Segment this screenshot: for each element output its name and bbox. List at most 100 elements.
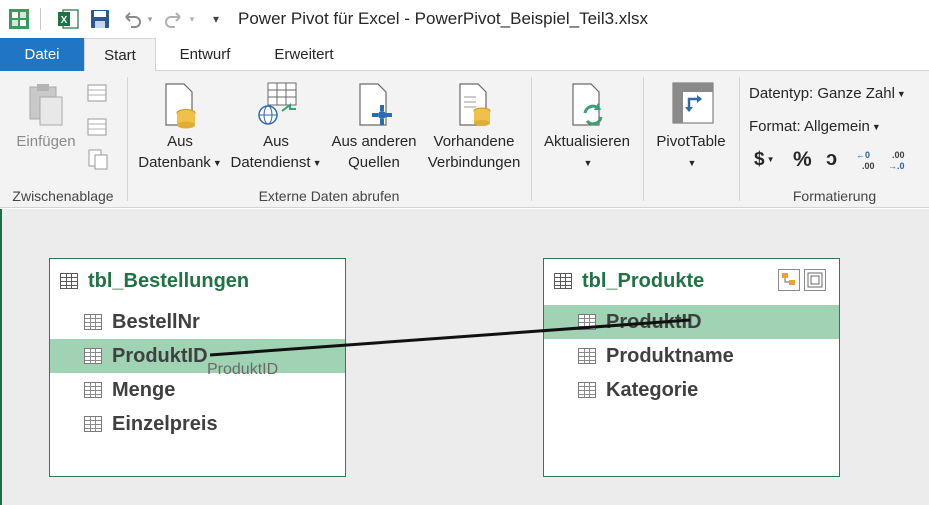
format-painter-icon[interactable] xyxy=(86,147,110,174)
maximize-table-icon[interactable] xyxy=(804,269,826,291)
save-icon[interactable] xyxy=(87,6,113,32)
field-name: ProduktID xyxy=(112,344,208,367)
from-other-sources-label-2: Quellen xyxy=(348,154,400,171)
copy-icon[interactable] xyxy=(86,115,110,142)
chevron-down-icon: ▼ xyxy=(687,157,697,168)
redo-icon[interactable] xyxy=(161,6,187,32)
field-name: Produktname xyxy=(606,344,734,367)
comma-button[interactable]: ɔ xyxy=(826,148,837,171)
tab-erweitert[interactable]: Erweitert xyxy=(262,38,346,71)
group-external-data: Aus Datenbank ▼ Aus Datendienst ▼ Aus an… xyxy=(128,71,530,208)
paste-icon xyxy=(26,81,66,127)
refresh-icon xyxy=(567,81,607,127)
quick-access-toolbar: X ▾ ▾ ▾ xyxy=(0,0,229,38)
canvas-border xyxy=(0,209,2,505)
field-row[interactable]: BestellNr xyxy=(50,305,345,339)
undo-dropdown-icon[interactable]: ▾ xyxy=(145,6,155,32)
group-clipboard: Einfügen Zwischenablage xyxy=(0,71,126,208)
table-header[interactable]: tbl_Bestellungen xyxy=(50,259,345,303)
field-row[interactable]: Produktname xyxy=(544,339,839,373)
refresh-label: Aktualisieren xyxy=(544,133,630,150)
ribbon: Einfügen Zwischenablage Aus Datenbank ▼ … xyxy=(0,71,929,208)
field-name: Einzelpreis xyxy=(112,412,218,435)
comma-icon: ɔ xyxy=(826,148,838,170)
field-name: BestellNr xyxy=(112,310,200,333)
field-row-selected[interactable]: ProduktID xyxy=(50,339,345,373)
column-icon xyxy=(578,314,596,330)
pivottable-button[interactable]: PivotTable ▼ xyxy=(650,81,732,174)
pivottable-label: PivotTable xyxy=(656,133,726,150)
svg-text:.00: .00 xyxy=(862,161,875,171)
field-row-selected[interactable]: ProduktID xyxy=(544,305,839,339)
window-title: Power Pivot für Excel - PowerPivot_Beisp… xyxy=(238,9,649,28)
field-row[interactable]: Kategorie xyxy=(544,373,839,407)
format-dropdown[interactable]: Format: Allgemein ▼ xyxy=(749,118,881,135)
clipboard-group-label: Zwischenablage xyxy=(12,188,114,204)
from-data-service-label-1: Aus xyxy=(263,133,289,150)
chevron-down-icon: ▼ xyxy=(871,122,881,133)
format-label: Format: Allgemein xyxy=(749,118,870,135)
increase-decimal-icon[interactable]: ←0 .00 xyxy=(854,149,880,174)
field-name: Kategorie xyxy=(606,378,699,401)
table-icon xyxy=(60,273,78,289)
redo-dropdown-icon[interactable]: ▾ xyxy=(187,6,197,32)
existing-connections-button[interactable]: Vorhandene Verbindungen xyxy=(422,81,526,173)
tab-entwurf[interactable]: Entwurf xyxy=(166,38,244,71)
relationship-tooltip: ProduktID xyxy=(207,361,279,378)
percent-button[interactable]: % xyxy=(793,148,812,172)
toolbar-separator xyxy=(40,8,41,30)
tab-start[interactable]: Start xyxy=(84,38,156,72)
percent-icon: % xyxy=(793,148,812,171)
from-other-sources-button[interactable]: Aus anderen Quellen xyxy=(328,81,420,173)
column-icon xyxy=(578,382,596,398)
table-icon xyxy=(554,273,572,289)
chevron-down-icon: ▼ xyxy=(312,157,322,168)
paste-button[interactable]: Einfügen xyxy=(10,81,82,152)
chevron-down-icon: ▼ xyxy=(212,157,222,168)
data-service-icon xyxy=(256,81,297,127)
customize-qat-icon[interactable]: ▾ xyxy=(203,6,229,32)
tab-datei[interactable]: Datei xyxy=(0,38,84,71)
existing-connections-label-1: Vorhandene xyxy=(433,133,515,150)
table-card-bestellungen[interactable]: tbl_Bestellungen BestellNr ProduktID Men… xyxy=(49,258,346,477)
column-icon xyxy=(84,348,102,364)
field-row[interactable]: Einzelpreis xyxy=(50,407,345,441)
powerpivot-app-icon xyxy=(6,6,32,32)
table-name: tbl_Produkte xyxy=(582,269,705,292)
currency-button[interactable]: $ ▼ xyxy=(754,149,775,171)
hierarchy-icon[interactable] xyxy=(778,269,800,291)
excel-icon[interactable]: X xyxy=(55,6,81,32)
from-database-label-1: Aus xyxy=(167,133,193,150)
other-sources-icon xyxy=(354,81,394,127)
group-refresh: Aktualisieren ▼ xyxy=(532,71,642,208)
cut-icon[interactable] xyxy=(86,81,110,108)
formatting-group-label: Formatierung xyxy=(792,188,877,204)
ribbon-tabs: Datei Start Entwurf Erweitert xyxy=(0,38,929,72)
column-icon xyxy=(578,348,596,364)
from-database-button[interactable]: Aus Datenbank ▼ xyxy=(132,81,228,174)
datatype-label: Datentyp: Ganze Zahl xyxy=(749,85,895,102)
group-pivottable: PivotTable ▼ xyxy=(644,71,738,208)
chevron-down-icon: ▼ xyxy=(766,155,775,165)
refresh-button[interactable]: Aktualisieren ▼ xyxy=(538,81,636,174)
from-data-service-button[interactable]: Aus Datendienst ▼ xyxy=(228,81,324,174)
title-bar: X ▾ ▾ ▾ Power Pivot für Excel - PowerPiv… xyxy=(0,0,929,38)
from-data-service-label-2: Datendienst xyxy=(230,154,311,171)
undo-icon[interactable] xyxy=(119,6,145,32)
svg-text:←0: ←0 xyxy=(856,150,870,160)
field-name: ProduktID xyxy=(606,310,702,333)
field-name: Menge xyxy=(112,378,176,401)
external-data-group-label: Externe Daten abrufen xyxy=(258,188,400,204)
paste-label: Einfügen xyxy=(16,133,76,150)
svg-text:X: X xyxy=(61,15,68,26)
decrease-decimal-icon[interactable]: .00 →.0 xyxy=(886,149,912,174)
datatype-dropdown[interactable]: Datentyp: Ganze Zahl ▼ xyxy=(749,85,906,102)
database-icon xyxy=(160,81,200,129)
from-other-sources-label-1: Aus anderen xyxy=(331,133,417,150)
diagram-canvas[interactable]: tbl_Bestellungen BestellNr ProduktID Men… xyxy=(0,209,929,505)
field-row[interactable]: Menge xyxy=(50,373,345,407)
group-formatting: Datentyp: Ganze Zahl ▼ Format: Allgemein ▼… xyxy=(740,71,929,208)
svg-text:→.0: →.0 xyxy=(888,161,905,171)
table-card-produkte[interactable]: tbl_Produkte ProduktID Produktname Kateg… xyxy=(543,258,840,477)
existing-connections-icon xyxy=(454,81,494,127)
